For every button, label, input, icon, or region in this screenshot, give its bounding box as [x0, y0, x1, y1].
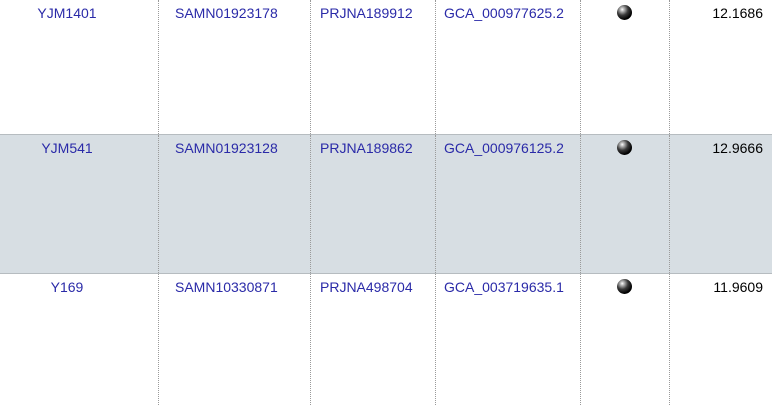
assembly-link[interactable]: GCA_000977625.2	[444, 5, 564, 21]
strain-cell: YJM1401	[0, 0, 158, 134]
value-cell: 12.1686	[669, 0, 772, 134]
bioproject-cell: PRJNA498704	[310, 274, 435, 405]
strain-cell: YJM541	[0, 135, 158, 273]
marker-cell	[580, 274, 669, 405]
strain-link[interactable]: YJM1401	[37, 5, 96, 21]
assembly-cell: GCA_003719635.1	[435, 274, 580, 405]
bioproject-link[interactable]: PRJNA189862	[320, 140, 413, 156]
strain-cell: Y169	[0, 274, 158, 405]
assembly-cell: GCA_000977625.2	[435, 0, 580, 134]
bioproject-link[interactable]: PRJNA498704	[320, 279, 413, 295]
value-cell: 11.9609	[669, 274, 772, 405]
genome-table: YJM1401 SAMN01923178 PRJNA189912 GCA_000…	[0, 0, 772, 405]
biosample-cell: SAMN10330871	[158, 274, 310, 405]
marker-cell	[580, 0, 669, 134]
bioproject-cell: PRJNA189862	[310, 135, 435, 273]
assembly-cell: GCA_000976125.2	[435, 135, 580, 273]
black-sphere-icon[interactable]	[617, 5, 632, 20]
biosample-link[interactable]: SAMN01923178	[175, 5, 278, 21]
black-sphere-icon[interactable]	[617, 279, 632, 294]
table-row: Y169 SAMN10330871 PRJNA498704 GCA_003719…	[0, 274, 772, 405]
biosample-link[interactable]: SAMN01923128	[175, 140, 278, 156]
marker-cell	[580, 135, 669, 273]
table-row: YJM1401 SAMN01923178 PRJNA189912 GCA_000…	[0, 0, 772, 134]
biosample-link[interactable]: SAMN10330871	[175, 279, 278, 295]
table-row: YJM541 SAMN01923128 PRJNA189862 GCA_0009…	[0, 134, 772, 274]
biosample-cell: SAMN01923178	[158, 0, 310, 134]
strain-link[interactable]: Y169	[51, 279, 84, 295]
biosample-cell: SAMN01923128	[158, 135, 310, 273]
black-sphere-icon[interactable]	[617, 140, 632, 155]
assembly-link[interactable]: GCA_000976125.2	[444, 140, 564, 156]
bioproject-cell: PRJNA189912	[310, 0, 435, 134]
value-cell: 12.9666	[669, 135, 772, 273]
bioproject-link[interactable]: PRJNA189912	[320, 5, 413, 21]
assembly-link[interactable]: GCA_003719635.1	[444, 279, 564, 295]
strain-link[interactable]: YJM541	[41, 140, 92, 156]
